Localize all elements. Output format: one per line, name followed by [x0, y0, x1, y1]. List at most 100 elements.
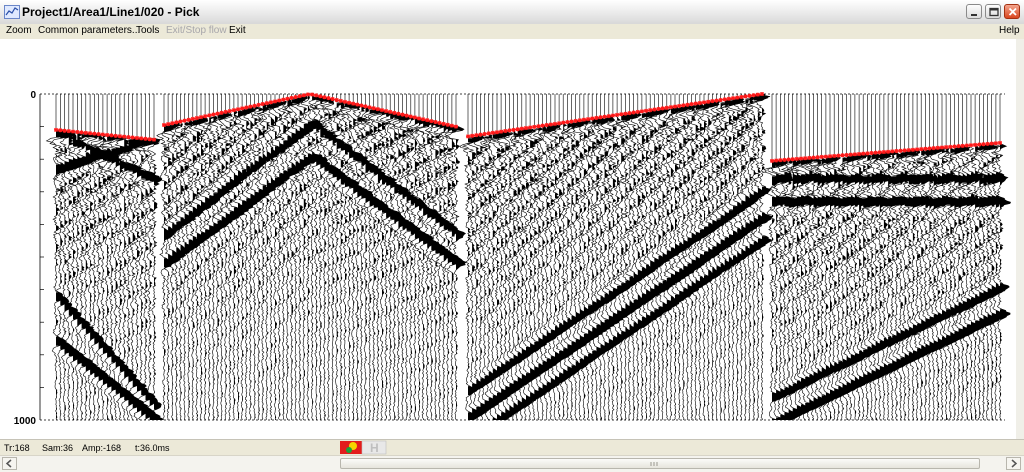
pick-marker[interactable] [503, 129, 508, 134]
pick-marker[interactable] [152, 137, 156, 142]
pick-marker[interactable] [256, 102, 261, 107]
pick-marker[interactable] [840, 153, 845, 158]
pick-marker[interactable] [865, 151, 870, 156]
pick-marker[interactable] [482, 131, 487, 136]
pick-marker[interactable] [58, 128, 63, 133]
pick-marker[interactable] [351, 101, 356, 106]
pick-marker[interactable] [71, 129, 76, 134]
pick-marker[interactable] [964, 143, 969, 148]
pick-marker[interactable] [890, 149, 895, 154]
pick-marker[interactable] [590, 116, 595, 121]
pick-marker[interactable] [363, 104, 368, 109]
pick-marker[interactable] [367, 105, 372, 110]
pick-marker[interactable] [755, 92, 760, 97]
pick-marker[interactable] [379, 108, 384, 113]
pick-marker[interactable] [219, 110, 224, 115]
pick-marker[interactable] [105, 132, 110, 137]
pick-marker[interactable] [117, 134, 122, 139]
pick-marker[interactable] [330, 97, 335, 102]
pick-marker[interactable] [248, 104, 253, 109]
pick-marker[interactable] [215, 111, 220, 116]
pick-marker[interactable] [869, 151, 874, 156]
pick-marker[interactable] [134, 135, 139, 140]
pick-marker[interactable] [474, 133, 479, 138]
pick-marker[interactable] [731, 96, 736, 101]
pick-marker[interactable] [408, 114, 413, 119]
pick-marker[interactable] [182, 118, 187, 123]
minimize-button[interactable] [966, 4, 982, 19]
pick-marker[interactable] [635, 109, 640, 114]
pick-marker[interactable] [83, 130, 88, 135]
pick-marker[interactable] [770, 158, 774, 163]
pick-marker[interactable] [931, 146, 936, 151]
pick-marker[interactable] [54, 127, 58, 132]
pick-marker[interactable] [445, 122, 450, 127]
pick-marker[interactable] [194, 115, 199, 120]
pick-marker[interactable] [952, 144, 957, 149]
pick-marker[interactable] [478, 132, 483, 137]
pick-marker[interactable] [627, 111, 632, 116]
pick-marker[interactable] [207, 113, 212, 118]
pick-marker[interactable] [88, 131, 93, 136]
pick-marker[interactable] [927, 146, 932, 151]
pick-marker[interactable] [342, 99, 347, 104]
pick-marker[interactable] [561, 120, 566, 125]
pick-marker[interactable] [236, 107, 241, 112]
pick-marker[interactable] [396, 111, 401, 116]
pick-marker[interactable] [935, 145, 940, 150]
pick-marker[interactable] [523, 126, 528, 131]
pick-marker[interactable] [894, 149, 899, 154]
pick-marker[interactable] [923, 146, 928, 151]
pick-marker[interactable] [569, 119, 574, 124]
pick-marker[interactable] [615, 112, 620, 117]
pick-marker[interactable] [739, 94, 744, 99]
pick-marker[interactable] [277, 98, 282, 103]
pick-marker[interactable] [466, 134, 470, 139]
pick-marker[interactable] [425, 118, 430, 123]
pick-marker[interactable] [66, 129, 71, 134]
pick-marker[interactable] [260, 102, 265, 107]
seismic-canvas[interactable]: 0 1000 [0, 39, 1016, 439]
menu-tools[interactable]: Tools [136, 25, 159, 36]
pick-marker[interactable] [433, 120, 438, 125]
pick-marker[interactable] [751, 93, 756, 98]
pick-marker[interactable] [429, 119, 434, 124]
pick-marker[interactable] [660, 106, 665, 111]
pick-marker[interactable] [807, 155, 812, 160]
pick-marker[interactable] [62, 128, 67, 133]
pick-marker[interactable] [648, 108, 653, 113]
pick-marker[interactable] [190, 116, 195, 121]
pick-marker[interactable] [722, 97, 727, 102]
pick-marker[interactable] [664, 105, 669, 110]
pick-marker[interactable] [877, 150, 882, 155]
pick-marker[interactable] [998, 140, 1002, 145]
pick-marker[interactable] [790, 157, 795, 162]
pick-marker[interactable] [388, 109, 393, 114]
pick-marker[interactable] [441, 121, 446, 126]
pick-marker[interactable] [289, 95, 294, 100]
pick-marker[interactable] [412, 115, 417, 120]
pick-marker[interactable] [297, 94, 302, 99]
pick-marker[interactable] [881, 150, 886, 155]
pick-marker[interactable] [416, 116, 421, 121]
pick-marker[interactable] [706, 99, 711, 104]
pick-marker[interactable] [515, 127, 520, 132]
pick-marker[interactable] [573, 118, 578, 123]
pick-marker[interactable] [186, 117, 191, 122]
pick-marker[interactable] [92, 131, 97, 136]
pick-marker[interactable] [507, 128, 512, 133]
scroll-thumb[interactable] [340, 458, 980, 469]
pick-marker[interactable] [470, 133, 475, 138]
pick-marker[interactable] [293, 95, 298, 100]
pick-marker[interactable] [113, 133, 118, 138]
pick-marker[interactable] [227, 109, 232, 114]
pick-marker[interactable] [594, 115, 599, 120]
menu-exit[interactable]: Exit [229, 25, 246, 36]
pick-marker[interactable] [977, 142, 982, 147]
pick-marker[interactable] [326, 96, 331, 101]
pick-marker[interactable] [130, 135, 135, 140]
pick-marker[interactable] [421, 117, 426, 122]
pick-marker[interactable] [886, 149, 891, 154]
pick-marker[interactable] [656, 106, 661, 111]
pick-marker[interactable] [799, 156, 804, 161]
